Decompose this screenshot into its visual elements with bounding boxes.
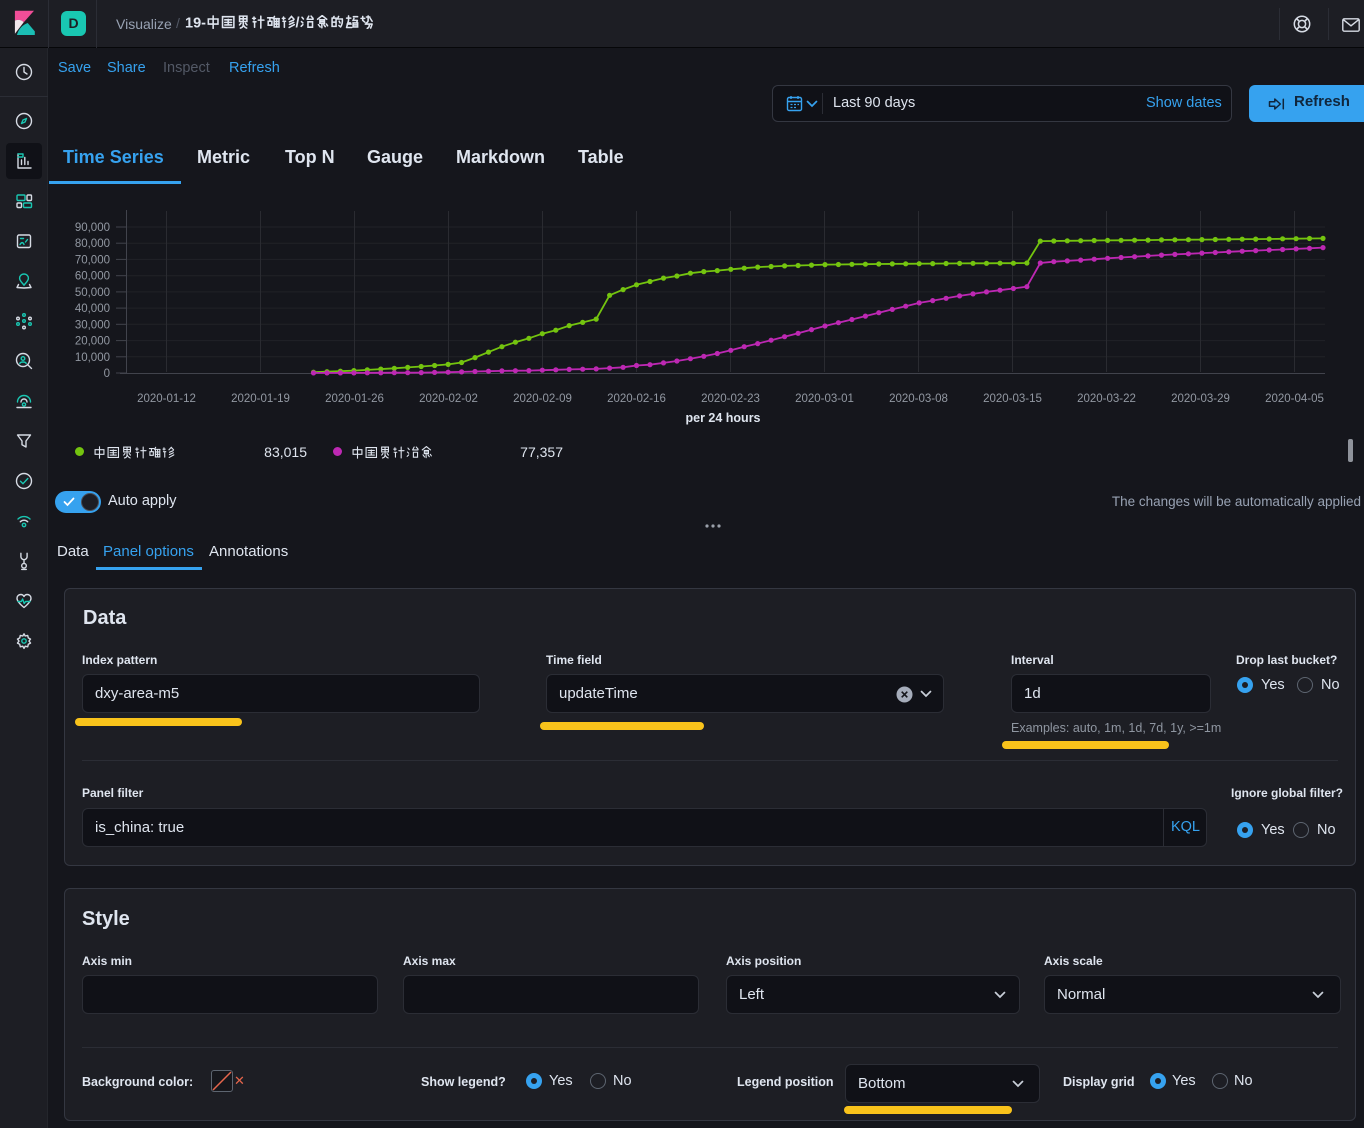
svg-text:2020-02-02: 2020-02-02 xyxy=(419,393,478,405)
svg-text:60,000: 60,000 xyxy=(75,271,110,283)
svg-text:2020-04-05: 2020-04-05 xyxy=(1265,393,1324,405)
svg-text:50,000: 50,000 xyxy=(75,287,110,299)
svg-text:2020-02-09: 2020-02-09 xyxy=(513,393,572,405)
svg-text:2020-03-29: 2020-03-29 xyxy=(1171,393,1230,405)
svg-text:90,000: 90,000 xyxy=(75,222,110,234)
svg-text:2020-02-23: 2020-02-23 xyxy=(701,393,760,405)
svg-text:40,000: 40,000 xyxy=(75,303,110,315)
svg-text:2020-03-01: 2020-03-01 xyxy=(795,393,854,405)
svg-text:2020-02-16: 2020-02-16 xyxy=(607,393,666,405)
svg-text:per 24 hours: per 24 hours xyxy=(685,411,760,425)
svg-text:30,000: 30,000 xyxy=(75,319,110,331)
svg-text:10,000: 10,000 xyxy=(75,352,110,364)
svg-text:0: 0 xyxy=(104,368,110,380)
svg-text:2020-01-26: 2020-01-26 xyxy=(325,393,384,405)
svg-text:2020-03-15: 2020-03-15 xyxy=(983,393,1042,405)
svg-text:2020-01-12: 2020-01-12 xyxy=(137,393,196,405)
svg-text:70,000: 70,000 xyxy=(75,254,110,266)
svg-text:2020-01-19: 2020-01-19 xyxy=(231,393,290,405)
svg-text:80,000: 80,000 xyxy=(75,238,110,250)
svg-text:2020-03-22: 2020-03-22 xyxy=(1077,393,1136,405)
svg-text:20,000: 20,000 xyxy=(75,336,110,348)
svg-text:2020-03-08: 2020-03-08 xyxy=(889,393,948,405)
